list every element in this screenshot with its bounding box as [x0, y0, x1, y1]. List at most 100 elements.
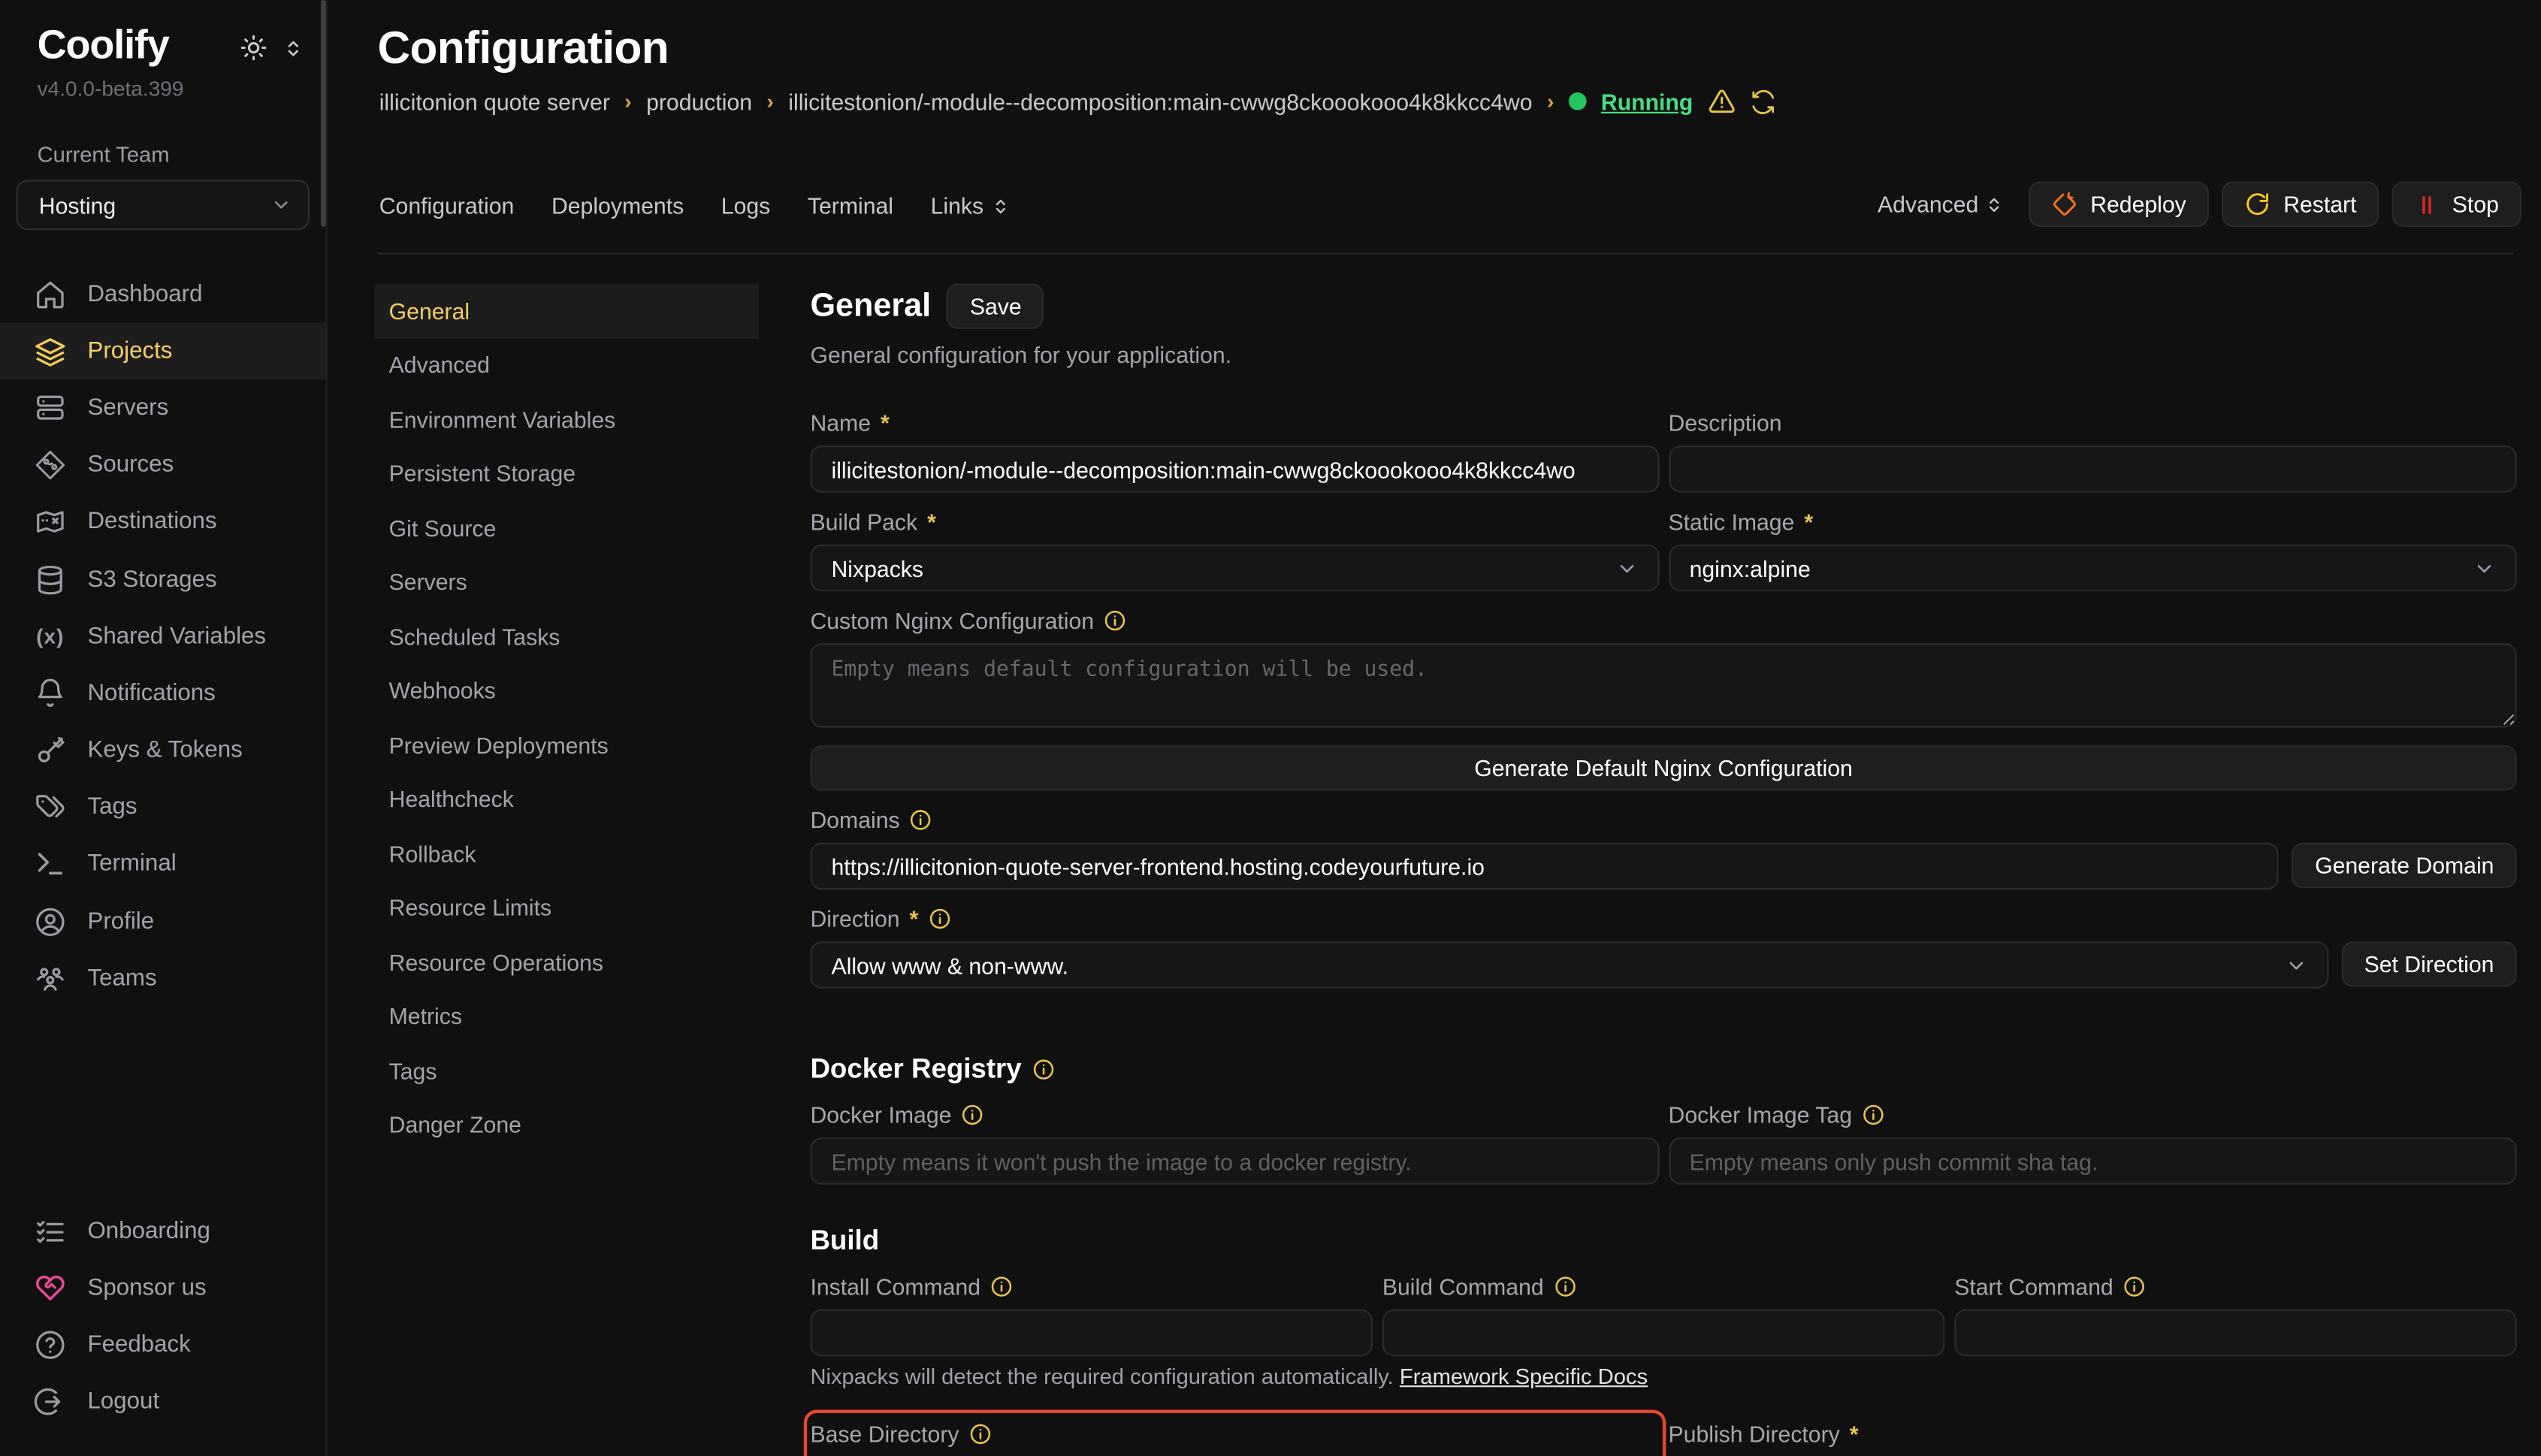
sidebar-item-label: Sources: [87, 452, 174, 479]
sidebar-item-destinations[interactable]: Destinations: [0, 494, 326, 551]
info-icon[interactable]: [968, 1422, 991, 1445]
breadcrumb-project[interactable]: illicitonion quote server: [379, 89, 610, 115]
info-icon[interactable]: [1033, 1058, 1056, 1080]
sidebar-item-shared-variables[interactable]: (x) Shared Variables: [0, 608, 326, 665]
sidebar-item-teams[interactable]: Teams: [0, 950, 326, 1007]
redeploy-label: Redeploy: [2090, 192, 2186, 218]
sidebar-item-projects[interactable]: Projects: [0, 323, 326, 380]
config-nav-resource-operations[interactable]: Resource Operations: [374, 935, 758, 989]
chevron-down-icon: [1615, 557, 1637, 579]
sidebar-item-dashboard[interactable]: Dashboard: [0, 266, 326, 323]
required-mark: *: [927, 508, 936, 534]
save-button[interactable]: Save: [947, 283, 1044, 328]
info-icon[interactable]: [928, 907, 950, 929]
theme-chevrons-icon[interactable]: [283, 37, 303, 59]
base-directory-label: Base Directory: [810, 1419, 1658, 1447]
tab-configuration[interactable]: Configuration: [379, 193, 515, 219]
info-icon[interactable]: [1554, 1274, 1576, 1297]
tab-terminal[interactable]: Terminal: [808, 193, 893, 219]
advanced-dropdown[interactable]: Advanced: [1878, 192, 2003, 218]
start-command-input[interactable]: [1954, 1309, 2516, 1357]
install-command-input[interactable]: [810, 1309, 1372, 1357]
info-icon[interactable]: [910, 808, 932, 830]
config-nav-resource-limits[interactable]: Resource Limits: [374, 881, 758, 935]
static-image-value: nginx:alpine: [1690, 555, 1811, 581]
tab-logs[interactable]: Logs: [721, 193, 770, 219]
sidebar-item-s3-storages[interactable]: S3 Storages: [0, 551, 326, 608]
sidebar-item-keys-tokens[interactable]: Keys & Tokens: [0, 722, 326, 779]
sidebar-item-label: Notifications: [87, 681, 215, 707]
tab-deployments[interactable]: Deployments: [551, 193, 684, 219]
sidebar-item-servers[interactable]: Servers: [0, 380, 326, 437]
config-nav-tags[interactable]: Tags: [374, 1044, 758, 1098]
breadcrumb-environment[interactable]: production: [646, 89, 752, 115]
config-nav-metrics[interactable]: Metrics: [374, 989, 758, 1044]
config-nav-servers[interactable]: Servers: [374, 555, 758, 609]
sidebar-item-logout[interactable]: Logout: [0, 1374, 326, 1431]
nixpacks-note: Nixpacks will detect the required config…: [810, 1364, 2516, 1388]
generate-domain-button[interactable]: Generate Domain: [2292, 843, 2517, 888]
description-input[interactable]: [1669, 446, 2517, 493]
config-nav-scheduled-tasks[interactable]: Scheduled Tasks: [374, 609, 758, 663]
docker-image-label: Docker Image: [810, 1101, 1658, 1128]
generate-nginx-button[interactable]: Generate Default Nginx Configuration: [810, 745, 2516, 790]
config-nav-preview-deployments[interactable]: Preview Deployments: [374, 718, 758, 772]
chevron-right-icon: ›: [1547, 89, 1554, 113]
info-icon[interactable]: [961, 1103, 983, 1125]
refresh-icon[interactable]: [1750, 89, 1776, 115]
sidebar-item-sponsor[interactable]: Sponsor us: [0, 1260, 326, 1317]
config-nav-webhooks[interactable]: Webhooks: [374, 663, 758, 717]
docker-image-tag-input[interactable]: [1669, 1137, 2517, 1185]
build-pack-select[interactable]: Nixpacks: [810, 545, 1658, 592]
status-badge[interactable]: Running: [1601, 89, 1693, 115]
start-command-label: Start Command: [1954, 1272, 2516, 1300]
tab-links[interactable]: Links: [931, 193, 1010, 219]
name-input[interactable]: [810, 446, 1658, 493]
set-direction-button[interactable]: Set Direction: [2341, 941, 2516, 986]
config-nav-advanced[interactable]: Advanced: [374, 338, 758, 392]
sidebar-item-sources[interactable]: Sources: [0, 436, 326, 494]
users-icon: [34, 962, 66, 995]
sidebar-item-terminal[interactable]: Terminal: [0, 836, 326, 893]
home-icon: [34, 278, 66, 310]
required-mark: *: [881, 409, 890, 436]
sidebar-item-onboarding[interactable]: Onboarding: [0, 1203, 326, 1260]
static-image-select[interactable]: nginx:alpine: [1669, 545, 2517, 592]
sidebar-item-profile[interactable]: Profile: [0, 893, 326, 950]
sidebar-scrollbar[interactable]: [321, 0, 325, 227]
config-nav-persistent-storage[interactable]: Persistent Storage: [374, 446, 758, 500]
theme-toggle-sun-icon[interactable]: [240, 34, 267, 62]
config-nav-general[interactable]: General: [374, 283, 758, 337]
docker-image-input[interactable]: [810, 1137, 1658, 1185]
direction-select[interactable]: Allow www & non-www.: [810, 941, 2328, 989]
sidebar-item-notifications[interactable]: Notifications: [0, 665, 326, 722]
sidebar-item-tags[interactable]: Tags: [0, 779, 326, 836]
nginx-config-textarea[interactable]: [810, 643, 2516, 727]
team-select[interactable]: Hosting: [17, 180, 310, 230]
config-nav-git-source[interactable]: Git Source: [374, 500, 758, 554]
info-icon[interactable]: [1862, 1103, 1884, 1125]
config-nav-healthcheck[interactable]: Healthcheck: [374, 772, 758, 826]
info-icon[interactable]: [1104, 609, 1126, 631]
warning-triangle-icon[interactable]: [1708, 87, 1736, 115]
restart-button[interactable]: Restart: [2222, 182, 2379, 227]
build-command-input[interactable]: [1382, 1309, 1944, 1357]
config-nav-environment-variables[interactable]: Environment Variables: [374, 392, 758, 446]
config-nav-rollback[interactable]: Rollback: [374, 826, 758, 881]
domains-input[interactable]: [810, 843, 2279, 890]
info-icon[interactable]: [2123, 1274, 2146, 1297]
sidebar-item-label: Destinations: [87, 509, 216, 536]
git-source-icon: [34, 449, 66, 482]
config-nav-danger-zone[interactable]: Danger Zone: [374, 1098, 758, 1152]
redeploy-button[interactable]: Redeploy: [2029, 182, 2209, 227]
breadcrumb-application[interactable]: illicitestonion/-module--decomposition:m…: [788, 89, 1532, 115]
sidebar-item-feedback[interactable]: Feedback: [0, 1317, 326, 1374]
restart-icon: [2244, 192, 2271, 218]
generate-nginx-label: Generate Default Nginx Configuration: [1474, 755, 1853, 781]
stop-button[interactable]: Stop: [2392, 182, 2521, 227]
info-icon[interactable]: [990, 1274, 1013, 1297]
framework-docs-link[interactable]: Framework Specific Docs: [1400, 1364, 1648, 1388]
name-label: Name*: [810, 409, 1658, 436]
stop-icon: [2415, 192, 2439, 216]
sidebar-nav-bottom: Onboarding Sponsor us Feedback Logout: [0, 1203, 326, 1431]
